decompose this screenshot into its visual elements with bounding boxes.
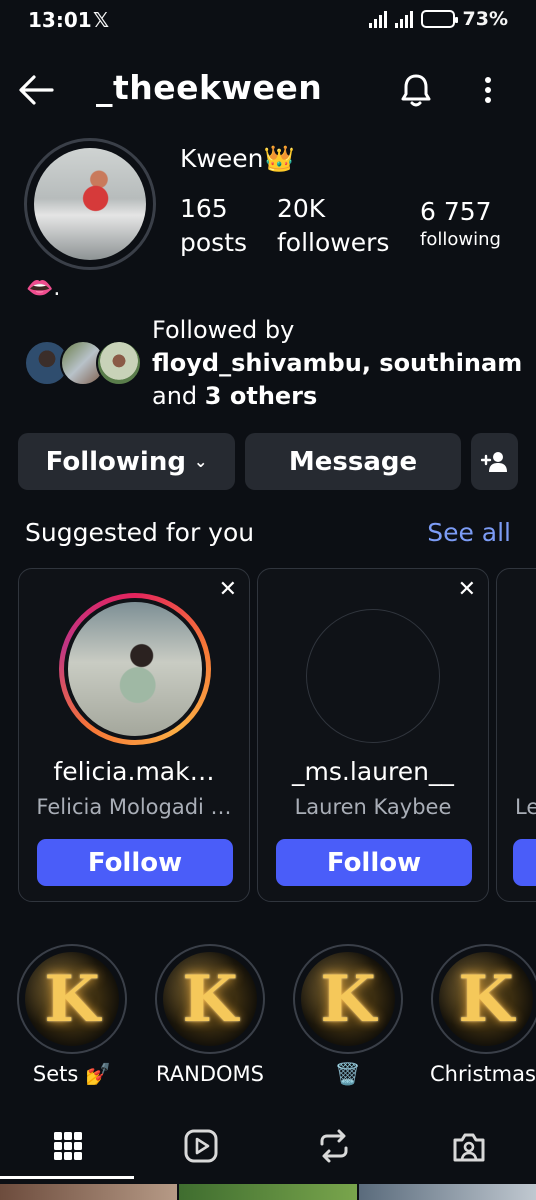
highlight-item[interactable]: K Sets 💅 xyxy=(16,944,128,1087)
highlight-label: RANDOMS xyxy=(156,1062,264,1086)
highlight-ring: K xyxy=(155,944,265,1054)
posts-label: posts xyxy=(180,228,248,257)
bio: 👄. xyxy=(26,276,61,301)
battery-icon xyxy=(420,10,458,28)
following-stat[interactable]: 6 757 following xyxy=(420,196,501,252)
post-thumbnail[interactable] xyxy=(179,1184,357,1200)
message-button-label: Message xyxy=(288,446,418,477)
follow-button[interactable] xyxy=(513,839,536,886)
highlight-ring: K xyxy=(293,944,403,1054)
highlight-label: 🗑️ xyxy=(334,1062,362,1086)
profile-avatar[interactable] xyxy=(24,138,156,270)
status-time: 13:01 xyxy=(28,8,92,32)
followed-by-prefix: Followed by xyxy=(152,316,295,344)
profile-photo xyxy=(34,148,146,260)
reposts-icon[interactable] xyxy=(314,1126,354,1166)
avatar xyxy=(64,598,206,740)
post-grid-preview[interactable] xyxy=(0,1184,536,1200)
close-icon[interactable]: ✕ xyxy=(219,577,237,602)
active-tab-indicator xyxy=(0,1176,134,1179)
suggestion-card[interactable]: ✕ _ms.lauren__ Lauren Kaybee Follow xyxy=(257,568,489,902)
bell-icon[interactable] xyxy=(396,70,436,110)
follow-button[interactable]: Follow xyxy=(276,839,472,886)
status-right: 73% xyxy=(368,8,508,30)
back-arrow-icon[interactable] xyxy=(16,72,56,108)
more-options-icon[interactable] xyxy=(474,70,502,110)
suggestion-fullname: Lauren Kaybee xyxy=(294,795,452,819)
post-thumbnail[interactable] xyxy=(358,1184,536,1200)
suggestion-card[interactable]: ✕ felicia.mak… Felicia Mologadi … Follow xyxy=(18,568,250,902)
following-button-label: Following xyxy=(45,446,186,477)
suggestion-fullname: Le xyxy=(515,795,536,819)
k-letter-icon: K xyxy=(182,961,238,1037)
close-icon[interactable]: ✕ xyxy=(458,577,476,602)
highlight-ring: K xyxy=(17,944,127,1054)
followers-label: followers xyxy=(277,228,390,257)
add-user-button[interactable] xyxy=(471,433,518,490)
tagged-icon[interactable] xyxy=(449,1126,489,1166)
status-bar: 13:01 𝕏 73% xyxy=(0,0,536,42)
mutual-followers-avatars[interactable] xyxy=(24,340,142,388)
k-letter-icon: K xyxy=(458,961,514,1037)
suggestion-card[interactable]: Le xyxy=(496,568,536,902)
battery-percent: 73% xyxy=(462,8,508,30)
k-letter-icon: K xyxy=(44,961,100,1037)
message-button[interactable]: Message xyxy=(245,433,461,490)
suggestion-avatar[interactable] xyxy=(59,593,211,745)
followed-by-text[interactable]: Followed by floyd_shivambu, southinam an… xyxy=(152,314,522,413)
see-all-link[interactable]: See all xyxy=(427,518,511,547)
highlight-cover: K xyxy=(439,952,533,1046)
signal-icon-2 xyxy=(394,10,413,28)
signal-icon xyxy=(368,10,387,28)
highlight-cover: K xyxy=(301,952,395,1046)
display-name: Kween👑 xyxy=(180,144,295,173)
following-label: following xyxy=(420,229,501,250)
highlight-item[interactable]: K 🗑️ xyxy=(292,944,404,1087)
followers-stat[interactable]: 20K followers xyxy=(277,192,389,260)
highlight-label: Christmas. xyxy=(430,1062,536,1086)
k-letter-icon: K xyxy=(320,961,376,1037)
highlight-label: Sets 💅 xyxy=(32,1062,112,1086)
profile-tabs xyxy=(0,1118,536,1179)
posts-count: 165 xyxy=(180,194,228,223)
add-user-icon xyxy=(480,451,507,472)
follow-button[interactable]: Follow xyxy=(37,839,233,886)
highlight-cover: K xyxy=(163,952,257,1046)
highlight-cover: K xyxy=(25,952,119,1046)
post-thumbnail[interactable] xyxy=(0,1184,178,1200)
following-button[interactable]: Following ⌄ xyxy=(18,433,235,490)
x-app-icon: 𝕏 xyxy=(93,8,110,32)
profile-header: _theekween xyxy=(0,60,536,120)
posts-stat[interactable]: 165 posts xyxy=(180,192,247,260)
followers-count: 20K xyxy=(277,194,326,223)
page-title: _theekween xyxy=(96,68,323,107)
highlight-item[interactable]: K RANDOMS xyxy=(154,944,266,1086)
suggestion-username: felicia.mak… xyxy=(53,757,215,786)
grid-icon[interactable] xyxy=(48,1126,88,1166)
chevron-down-icon: ⌄ xyxy=(193,452,208,471)
reels-icon[interactable] xyxy=(181,1126,221,1166)
highlight-ring: K xyxy=(431,944,536,1054)
followed-by-names: floyd_shivambu, southinam xyxy=(152,349,523,377)
suggestion-fullname: Felicia Mologadi … xyxy=(36,795,232,819)
suggestion-avatar[interactable] xyxy=(306,609,440,743)
avatar xyxy=(96,340,142,386)
highlight-item[interactable]: K Christmas. xyxy=(430,944,536,1086)
suggested-title: Suggested for you xyxy=(25,518,255,547)
suggestion-username: _ms.lauren__ xyxy=(292,757,454,786)
following-count: 6 757 xyxy=(420,197,492,226)
followed-by-others: 3 others xyxy=(204,382,318,410)
followed-by-and: and xyxy=(152,382,198,410)
